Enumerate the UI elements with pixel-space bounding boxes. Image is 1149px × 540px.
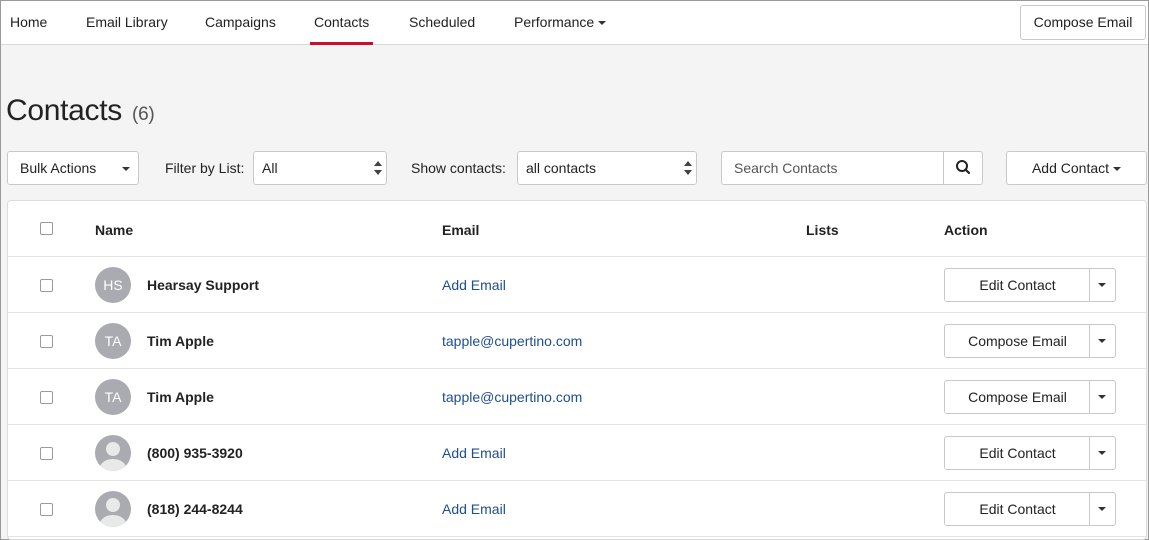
nav-email-library[interactable]: Email Library bbox=[86, 1, 168, 45]
avatar bbox=[95, 435, 131, 471]
page-title: Contacts (6) bbox=[6, 94, 155, 128]
column-header-action: Action bbox=[944, 222, 988, 238]
compose-email-row-button[interactable]: Compose Email bbox=[945, 381, 1090, 413]
caret-down-icon bbox=[1098, 395, 1106, 399]
person-placeholder-icon bbox=[100, 498, 126, 527]
edit-contact-button[interactable]: Edit Contact bbox=[945, 493, 1090, 525]
compose-email-row-button[interactable]: Compose Email bbox=[945, 325, 1090, 357]
table-row: (800) 935-3920 Add Email Edit Contact bbox=[8, 425, 1146, 481]
contact-name[interactable]: Hearsay Support bbox=[147, 277, 259, 293]
search-box bbox=[721, 151, 983, 185]
caret-down-icon bbox=[1113, 167, 1122, 172]
row-action-group: Edit Contact bbox=[944, 492, 1116, 526]
row-checkbox[interactable] bbox=[40, 503, 53, 516]
nav-contacts[interactable]: Contacts bbox=[309, 1, 374, 45]
contact-name[interactable]: (800) 935-3920 bbox=[147, 445, 243, 461]
contact-count: (6) bbox=[132, 104, 155, 125]
row-checkbox[interactable] bbox=[40, 391, 53, 404]
caret-down-icon bbox=[1098, 283, 1106, 287]
caret-down-icon bbox=[1098, 507, 1106, 511]
contacts-table: Name Email Lists Action HS Hearsay Suppo… bbox=[7, 200, 1147, 540]
row-action-group: Compose Email bbox=[944, 380, 1116, 414]
contact-name[interactable]: (818) 244-8244 bbox=[147, 501, 243, 517]
nav-performance-label: Performance bbox=[514, 14, 595, 30]
avatar: TA bbox=[95, 323, 131, 359]
avatar bbox=[95, 491, 131, 527]
select-all-checkbox[interactable] bbox=[40, 222, 53, 235]
add-contact-label: Add Contact bbox=[1031, 160, 1110, 176]
row-checkbox[interactable] bbox=[40, 447, 53, 460]
row-action-group: Edit Contact bbox=[944, 268, 1116, 302]
filter-by-list-select[interactable]: All bbox=[253, 151, 387, 185]
table-row: TA Tim Apple tapple@cupertino.com Compos… bbox=[8, 369, 1146, 425]
table-row: TA Tim Apple tapple@cupertino.com Compos… bbox=[8, 313, 1146, 369]
compose-email-button[interactable]: Compose Email bbox=[1020, 5, 1146, 40]
filter-by-list-value: All bbox=[262, 160, 278, 176]
column-header-email[interactable]: Email bbox=[442, 222, 479, 238]
avatar: TA bbox=[95, 379, 131, 415]
row-action-group: Compose Email bbox=[944, 324, 1116, 358]
select-arrows-icon bbox=[684, 160, 692, 176]
table-row: HS Hearsay Support Add Email Edit Contac… bbox=[8, 257, 1146, 313]
top-nav: Home Email Library Campaigns Contacts Sc… bbox=[1, 1, 1148, 45]
caret-down-icon bbox=[122, 167, 130, 171]
caret-down-icon bbox=[1098, 339, 1106, 343]
add-email-link[interactable]: Add Email bbox=[442, 445, 506, 461]
search-button[interactable] bbox=[943, 152, 982, 184]
caret-down-icon bbox=[1098, 451, 1106, 455]
edit-contact-button[interactable]: Edit Contact bbox=[945, 437, 1090, 469]
search-contacts-input[interactable] bbox=[722, 152, 944, 184]
nav-performance[interactable]: Performance bbox=[514, 1, 607, 45]
row-checkbox[interactable] bbox=[40, 335, 53, 348]
edit-contact-button[interactable]: Edit Contact bbox=[945, 269, 1090, 301]
row-checkbox[interactable] bbox=[40, 279, 53, 292]
add-email-link[interactable]: Add Email bbox=[442, 277, 506, 293]
contact-name[interactable]: Tim Apple bbox=[147, 389, 214, 405]
page-title-text: Contacts bbox=[6, 94, 122, 127]
column-header-name[interactable]: Name bbox=[95, 222, 133, 238]
show-contacts-label: Show contacts: bbox=[411, 160, 506, 176]
person-placeholder-icon bbox=[100, 442, 126, 471]
table-row: (818) 244-8244 Add Email Edit Contact bbox=[8, 481, 1146, 537]
contact-name[interactable]: Tim Apple bbox=[147, 333, 214, 349]
row-action-dropdown-button[interactable] bbox=[1089, 325, 1115, 357]
row-action-dropdown-button[interactable] bbox=[1089, 381, 1115, 413]
nav-campaigns[interactable]: Campaigns bbox=[205, 1, 276, 45]
caret-down-icon bbox=[598, 21, 607, 26]
add-email-link[interactable]: Add Email bbox=[442, 501, 506, 517]
table-header: Name Email Lists Action bbox=[8, 201, 1146, 257]
email-link[interactable]: tapple@cupertino.com bbox=[442, 389, 582, 405]
email-link[interactable]: tapple@cupertino.com bbox=[442, 333, 582, 349]
nav-home[interactable]: Home bbox=[10, 1, 47, 45]
bulk-actions-label: Bulk Actions bbox=[20, 160, 97, 176]
row-action-dropdown-button[interactable] bbox=[1089, 437, 1115, 469]
bulk-actions-button[interactable]: Bulk Actions bbox=[7, 151, 139, 185]
select-arrows-icon bbox=[374, 160, 382, 176]
column-header-lists: Lists bbox=[806, 222, 839, 238]
row-action-dropdown-button[interactable] bbox=[1089, 493, 1115, 525]
nav-scheduled[interactable]: Scheduled bbox=[409, 1, 475, 45]
row-action-group: Edit Contact bbox=[944, 436, 1116, 470]
add-contact-button[interactable]: Add Contact bbox=[1006, 151, 1147, 185]
search-icon bbox=[956, 160, 971, 175]
row-action-dropdown-button[interactable] bbox=[1089, 269, 1115, 301]
show-contacts-value: all contacts bbox=[526, 160, 597, 176]
filter-by-list-label: Filter by List: bbox=[165, 160, 245, 176]
show-contacts-select[interactable]: all contacts bbox=[517, 151, 697, 185]
avatar: HS bbox=[95, 267, 131, 303]
